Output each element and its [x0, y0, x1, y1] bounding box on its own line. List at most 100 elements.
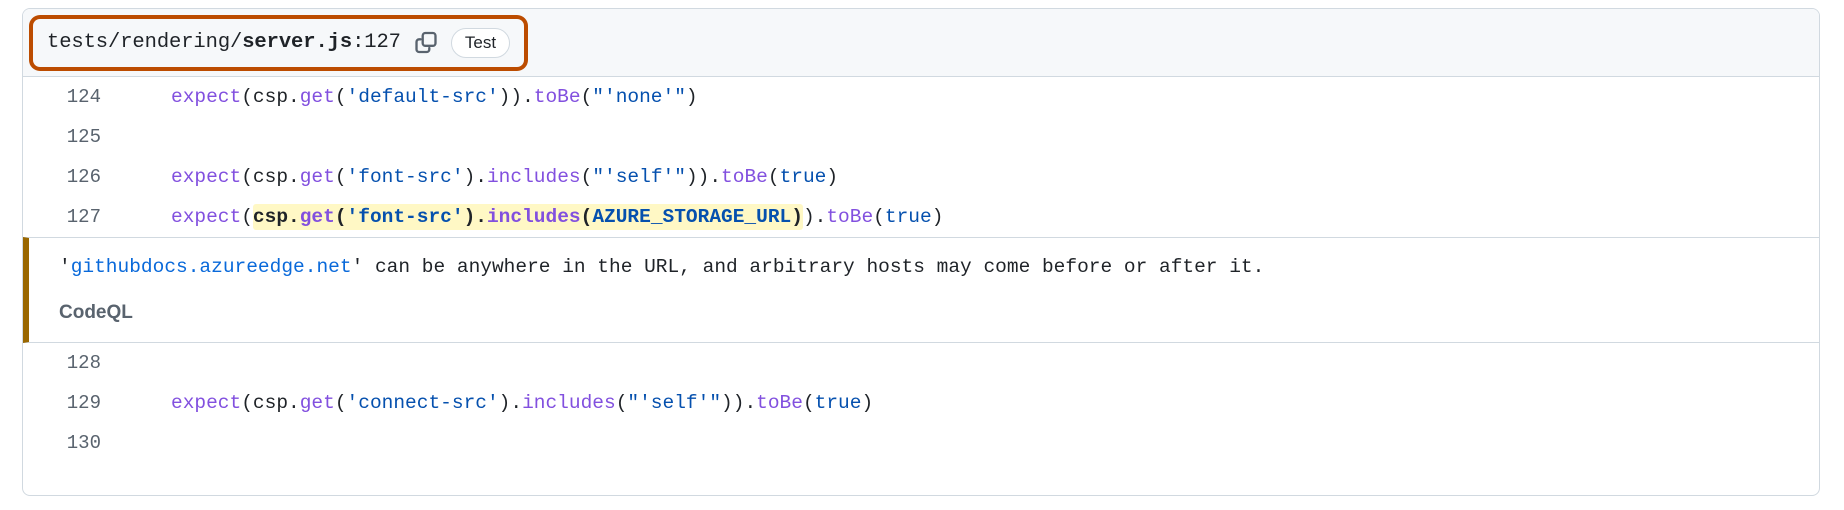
code-token: (	[241, 392, 253, 414]
code-token: .	[288, 392, 300, 414]
line-content[interactable]: expect(csp.get('connect-src').includes("…	[127, 383, 1819, 423]
code-lines-after: 128 129 expect(csp.get('connect-src').incl…	[23, 343, 1819, 463]
code-line: 128	[23, 343, 1819, 383]
file-path-linenumber: :127	[352, 31, 401, 54]
line-number: 130	[66, 432, 101, 454]
code-token: .	[475, 206, 487, 228]
code-lines-before: 124 expect(csp.get('default-src')).toBe("…	[23, 77, 1819, 237]
code-token: .	[709, 166, 722, 188]
code-token: (	[334, 392, 347, 414]
code-token: (	[241, 166, 253, 188]
code-token: (	[334, 86, 347, 108]
code-token: )	[791, 206, 803, 228]
line-content[interactable]: expect(csp.get('default-src')).toBe("'no…	[127, 77, 1819, 117]
line-number: 124	[66, 86, 101, 108]
code-token: true	[779, 166, 827, 188]
code-token: toBe	[721, 166, 768, 188]
annotation-message: 'githubdocs.azureedge.net' can be anywhe…	[59, 252, 1819, 282]
code-token: includes	[486, 166, 581, 188]
line-content[interactable]: expect(csp.get('font-src').includes("'se…	[127, 157, 1819, 197]
code-token: )	[463, 206, 476, 228]
line-number: 129	[66, 392, 101, 414]
code-token: get	[299, 392, 335, 414]
code-token: )	[931, 206, 944, 228]
code-token: .	[510, 392, 523, 414]
file-path-chip[interactable]: tests/rendering/server.js:127 Test	[33, 18, 525, 67]
code-line: 125	[23, 117, 1819, 157]
annotation-block: 'githubdocs.azureedge.net' can be anywhe…	[23, 237, 1819, 343]
code-token: expect	[171, 206, 242, 228]
code-token: csp	[252, 166, 289, 188]
code-line: 129 expect(csp.get('connect-src').include…	[23, 383, 1819, 423]
code-token: .	[522, 86, 534, 108]
code-token: 'font-src'	[346, 166, 464, 188]
code-token: (	[241, 206, 253, 228]
code-token: expect	[171, 392, 242, 414]
code-token: ))	[721, 392, 745, 414]
code-token: (	[580, 166, 593, 188]
code-token: expect	[171, 166, 242, 188]
code-token: (	[767, 166, 780, 188]
code-token: includes	[522, 392, 616, 414]
code-line: 126 expect(csp.get('font-src').includes("…	[23, 157, 1819, 197]
code-token: "'self'"	[592, 166, 686, 188]
code-token: get	[299, 86, 335, 108]
code-token: .	[288, 206, 300, 228]
code-token: true	[814, 392, 862, 414]
code-token: "'none'"	[592, 86, 686, 108]
code-token: (	[334, 166, 347, 188]
code-token: 'default-src'	[346, 86, 499, 108]
annotation-quote-open: '	[59, 256, 71, 278]
code-token: .	[288, 86, 300, 108]
annotation-message-rest: ' can be anywhere in the URL, and arbitr…	[351, 256, 1265, 278]
line-number: 126	[66, 166, 101, 188]
highlighted-code-span: csp.get('font-src').includes(AZURE_STORA…	[252, 204, 803, 230]
code-token: expect	[171, 86, 242, 108]
annotation-tool-name: CodeQL	[59, 302, 133, 323]
code-token: toBe	[533, 86, 581, 108]
copy-icon[interactable]	[415, 31, 437, 54]
code-token: (	[241, 86, 253, 108]
annotation-host-link[interactable]: githubdocs.azureedge.net	[71, 256, 352, 278]
code-token: get	[299, 166, 335, 188]
code-token: csp	[252, 392, 289, 414]
code-token: )	[826, 166, 839, 188]
code-token: 'connect-src'	[346, 392, 499, 414]
code-token: true	[884, 206, 932, 228]
line-content[interactable]: expect(csp.get('font-src').includes(AZUR…	[127, 197, 1819, 237]
code-token: .	[814, 206, 827, 228]
code-token: csp	[252, 86, 289, 108]
code-token: .	[744, 392, 757, 414]
code-token: )	[861, 392, 874, 414]
code-token: )	[498, 392, 511, 414]
code-token: )	[685, 86, 698, 108]
file-path-directory: tests/rendering/	[47, 31, 243, 54]
code-token: )	[463, 166, 476, 188]
code-token: ))	[498, 86, 523, 108]
code-line: 124 expect(csp.get('default-src')).toBe("…	[23, 77, 1819, 117]
code-token: (	[580, 86, 593, 108]
code-token: (	[334, 206, 347, 228]
code-token: .	[475, 166, 487, 188]
code-token: csp	[252, 206, 289, 228]
code-token: 'font-src'	[346, 206, 464, 228]
code-line: 127 expect(csp.get('font-src').includes(A…	[23, 197, 1819, 237]
code-token: ))	[685, 166, 710, 188]
code-token: includes	[486, 206, 581, 228]
code-token: (	[873, 206, 885, 228]
line-number: 125	[66, 126, 101, 148]
test-badge[interactable]: Test	[450, 27, 511, 58]
code-line: 130	[23, 423, 1819, 463]
code-token: )	[802, 206, 815, 228]
code-token: toBe	[756, 392, 803, 414]
code-token: .	[288, 166, 300, 188]
code-annotation-card: tests/rendering/server.js:127 Test 124 ex…	[22, 8, 1820, 496]
file-path-filename: server.js	[242, 31, 353, 54]
code-token: get	[299, 206, 335, 228]
line-number: 128	[66, 352, 101, 374]
code-token: "'self'"	[627, 392, 722, 414]
line-number: 127	[66, 206, 101, 228]
code-token: (	[802, 392, 815, 414]
code-token: toBe	[826, 206, 874, 228]
file-path-label: tests/rendering/server.js:127	[47, 31, 401, 54]
